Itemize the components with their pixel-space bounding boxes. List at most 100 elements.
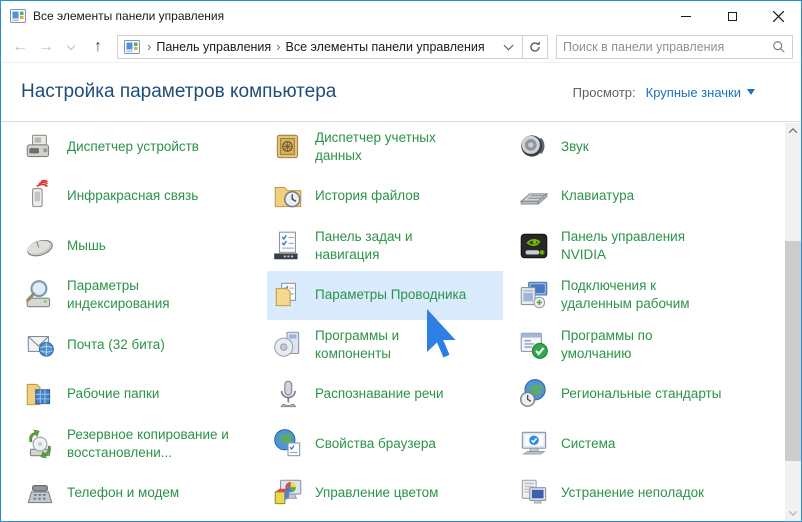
default-programs-icon	[517, 328, 551, 362]
control-panel-icon	[124, 39, 140, 55]
system-icon	[517, 427, 551, 461]
control-panel-window: Все элементы панели управления ← → ↑ › П…	[0, 0, 802, 522]
breadcrumb-separator: ›	[276, 39, 281, 54]
item-label: Резервное копирование и восстановлени...	[67, 426, 229, 460]
control-panel-item[interactable]: Параметры индексирования	[19, 271, 257, 321]
region-icon	[517, 377, 551, 411]
item-label: Параметры индексирования	[67, 278, 170, 312]
sound-icon	[517, 130, 551, 164]
breadcrumb-separator: ›	[147, 39, 152, 54]
forward-button[interactable]: →	[33, 34, 59, 60]
search-box[interactable]	[556, 34, 793, 59]
items-grid: Диспетчер устройств Инфракрасная связь Мыш…	[1, 122, 801, 518]
item-label: Телефон и модем	[67, 485, 180, 501]
folder-options-icon	[271, 278, 305, 312]
keyboard-icon	[517, 179, 551, 213]
control-panel-item[interactable]: Панель задач и навигация	[267, 221, 503, 271]
close-icon	[772, 10, 784, 22]
control-panel-item[interactable]: Программы и компоненты	[267, 320, 503, 370]
chevron-down-icon	[788, 507, 798, 516]
up-button[interactable]: ↑	[85, 34, 111, 60]
item-label: Панель управления NVIDIA	[561, 228, 686, 262]
control-panel-item[interactable]: Телефон и модем	[19, 469, 257, 519]
search-icon	[773, 40, 785, 53]
backup-restore-icon	[23, 427, 57, 461]
indexing-options-icon	[23, 278, 57, 312]
control-panel-item[interactable]: Диспетчер учетных данных	[267, 122, 503, 172]
address-dropdown-icon[interactable]	[503, 40, 514, 50]
item-label: Устранение неполадок	[561, 485, 705, 501]
control-panel-item[interactable]: Рабочие папки	[19, 370, 257, 420]
control-panel-item[interactable]: Почта (32 бита)	[19, 320, 257, 370]
close-button[interactable]	[755, 1, 801, 31]
recent-pages-dropdown[interactable]	[59, 34, 85, 60]
scrollbar-thumb[interactable]	[785, 241, 801, 461]
view-by-dropdown[interactable]: Крупные значки	[646, 85, 741, 100]
control-panel-item[interactable]: Система	[513, 419, 791, 469]
item-label: Управление цветом	[315, 485, 439, 501]
control-panel-item[interactable]: Диспетчер устройств	[19, 122, 257, 172]
refresh-icon	[530, 40, 540, 52]
window-title: Все элементы панели управления	[33, 9, 225, 23]
content-area: Настройка параметров компьютера Просмотр…	[1, 63, 801, 521]
scroll-down-button[interactable]	[785, 505, 801, 521]
work-folders-icon	[23, 377, 57, 411]
item-label: Мышь	[67, 237, 106, 253]
chevron-down-icon	[66, 41, 76, 50]
page-title: Настройка параметров компьютера	[21, 81, 337, 102]
internet-options-icon	[271, 427, 305, 461]
control-panel-item[interactable]: Звук	[513, 122, 791, 172]
item-label: Звук	[561, 138, 589, 154]
control-panel-item[interactable]: Клавиатура	[513, 172, 791, 222]
color-management-icon	[271, 476, 305, 510]
control-panel-item[interactable]: Устранение неполадок	[513, 469, 791, 519]
search-input[interactable]	[563, 39, 772, 54]
phone-modem-icon	[23, 476, 57, 510]
minimize-button[interactable]	[663, 1, 709, 31]
device-manager-icon	[23, 130, 57, 164]
breadcrumb-control-panel[interactable]: Панель управления	[156, 40, 271, 54]
chevron-down-icon[interactable]	[747, 89, 755, 95]
back-button[interactable]: ←	[7, 34, 33, 60]
scroll-up-button[interactable]	[785, 123, 801, 139]
breadcrumb-all-items[interactable]: Все элементы панели управления	[286, 40, 485, 54]
item-label: Клавиатура	[561, 188, 635, 204]
nvidia-icon	[517, 229, 551, 263]
control-panel-item[interactable]: Мышь	[19, 221, 257, 271]
control-panel-item[interactable]: Подключения к удаленным рабочим	[513, 271, 791, 321]
chevron-up-icon	[788, 128, 798, 137]
credential-manager-icon	[271, 130, 305, 164]
refresh-button[interactable]	[522, 34, 548, 59]
item-label: Программы и компоненты	[315, 327, 400, 361]
item-label: Инфракрасная связь	[67, 188, 199, 204]
view-by-label: Просмотр:	[572, 84, 636, 100]
item-label: Почта (32 бита)	[67, 336, 165, 352]
maximize-button[interactable]	[709, 1, 755, 31]
control-panel-item[interactable]: Управление цветом	[267, 469, 503, 519]
speech-recognition-icon	[271, 377, 305, 411]
navigation-toolbar: ← → ↑ › Панель управления › Все элементы…	[1, 31, 801, 63]
remote-desktop-icon	[517, 278, 551, 312]
title-bar: Все элементы панели управления	[1, 1, 801, 31]
file-history-icon	[271, 179, 305, 213]
control-panel-item[interactable]: Свойства браузера	[267, 419, 503, 469]
item-label: Панель задач и навигация	[315, 228, 413, 262]
mouse-icon	[23, 229, 57, 263]
item-label: История файлов	[315, 188, 420, 204]
control-panel-item[interactable]: Панель управления NVIDIA	[513, 221, 791, 271]
control-panel-item[interactable]: Распознавание речи	[267, 370, 503, 420]
control-panel-item[interactable]: Инфракрасная связь	[19, 172, 257, 222]
item-label: Программы по умолчанию	[561, 327, 653, 361]
control-panel-item[interactable]: Региональные стандарты	[513, 370, 791, 420]
control-panel-item[interactable]: Параметры Проводника	[267, 270, 503, 320]
control-panel-item[interactable]: Программы по умолчанию	[513, 320, 791, 370]
infrared-icon	[23, 179, 57, 213]
vertical-scrollbar[interactable]	[785, 123, 801, 521]
control-panel-item[interactable]: История файлов	[267, 172, 503, 222]
address-bar[interactable]: › Панель управления › Все элементы панел…	[117, 34, 523, 59]
control-panel-item[interactable]: Резервное копирование и восстановлени...	[19, 419, 257, 469]
mail-icon	[23, 328, 57, 362]
item-label: Региональные стандарты	[561, 386, 722, 402]
item-label: Распознавание речи	[315, 386, 444, 402]
maximize-icon	[727, 11, 737, 21]
